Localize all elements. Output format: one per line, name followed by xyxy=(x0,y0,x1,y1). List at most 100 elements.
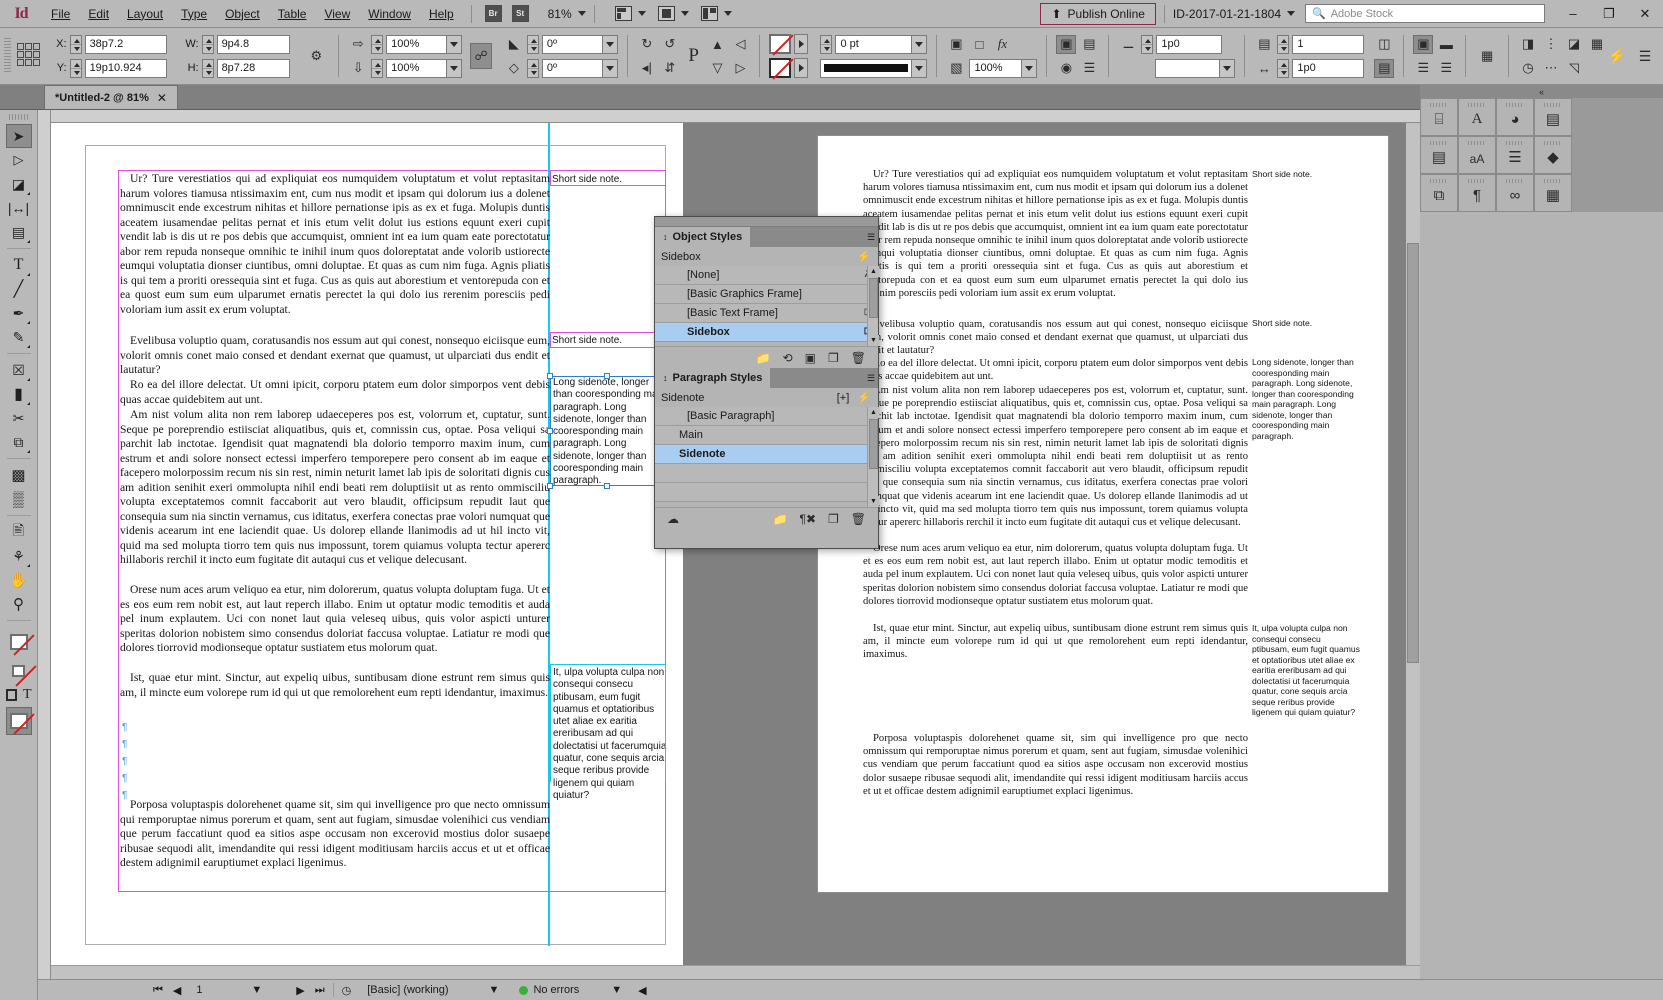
vertical-scrollbar-thumb[interactable] xyxy=(1407,243,1419,663)
ref-pt-1[interactable] xyxy=(24,43,32,50)
scale-x-stepper[interactable] xyxy=(371,34,384,54)
dock-object-styles-panel[interactable]: ⧉ xyxy=(1420,174,1458,212)
gutter-stepper[interactable] xyxy=(1277,58,1290,78)
scroll-up-icon[interactable]: ▲ xyxy=(868,407,879,418)
main-paragraph-3[interactable]: Ro ea del illore delectat. Ut omni ipici… xyxy=(120,378,550,407)
menu-edit[interactable]: Edit xyxy=(79,0,118,28)
rotate-stepper[interactable] xyxy=(526,34,539,54)
short-side-note-1-frame[interactable] xyxy=(550,170,666,186)
floating-panel-group[interactable]: ↕ Object Styles ☰ Sidebox ⚡ [None] ✗ [Ba… xyxy=(654,216,879,549)
scissors-tool[interactable]: ✂ xyxy=(6,406,32,430)
status-expand-button[interactable]: ◀ xyxy=(633,980,651,1000)
apply-none-proxy[interactable] xyxy=(6,659,32,683)
gap-tool[interactable]: |↔| xyxy=(6,196,32,220)
dock-links-panel[interactable]: ∞ xyxy=(1496,174,1534,212)
long-sidenote-text[interactable]: Long sidenote, longer than cooresponding… xyxy=(553,377,667,488)
h-stepper[interactable] xyxy=(201,58,214,78)
ref-pt-5[interactable] xyxy=(32,51,40,58)
vertical-scrollbar[interactable] xyxy=(1406,123,1420,965)
pen-tool[interactable]: ✒ xyxy=(6,301,32,325)
eyedropper-tool[interactable]: ⚘ xyxy=(6,544,32,568)
stroke-style-dropdown[interactable] xyxy=(820,58,928,78)
scroll-down-icon[interactable]: ▼ xyxy=(868,496,879,507)
close-icon[interactable]: ✕ xyxy=(157,91,167,105)
short-side-note-2-frame[interactable] xyxy=(550,332,666,348)
close-button[interactable]: ✕ xyxy=(1627,0,1663,28)
stroke-weight-dropdown[interactable]: 0 pt xyxy=(835,34,928,54)
delete-style-icon[interactable]: 🗑 xyxy=(851,512,866,526)
constrain-proportions-wh-icon[interactable]: ⚙ xyxy=(304,47,330,66)
adobe-stock-search[interactable]: 🔍 Adobe Stock xyxy=(1305,4,1545,23)
panel-toggle-icon[interactable]: ↕ xyxy=(663,373,668,383)
menu-table[interactable]: Table xyxy=(269,0,316,28)
vertical-justification-dropdown[interactable] xyxy=(1155,58,1236,78)
align-top-edges-icon[interactable]: ◷ xyxy=(1518,59,1538,78)
shear-dropdown[interactable]: 0º xyxy=(541,58,618,78)
new-style-group-icon[interactable]: 📁 xyxy=(773,512,788,526)
dock-stroke-panel[interactable]: ▤ xyxy=(1534,98,1572,136)
ref-pt-4[interactable] xyxy=(24,51,32,58)
align-right-edges-icon[interactable]: ◪ xyxy=(1564,35,1584,54)
screen-mode-dropdown[interactable] xyxy=(614,6,646,21)
object-style-row-sidebox[interactable]: Sidebox ⊡ xyxy=(655,323,878,342)
resize-handle-tc[interactable] xyxy=(604,373,610,379)
paragraph-styles-list[interactable]: [Basic Paragraph] Main Sidenote ▲ ▼ xyxy=(655,407,879,507)
chevron-down-icon[interactable] xyxy=(1021,59,1037,77)
content-collector-tool[interactable]: ▤ xyxy=(6,220,32,244)
frame-fitting-options-icon[interactable]: ▦ xyxy=(1475,47,1499,66)
object-styles-panel-menu-icon[interactable]: ☰ xyxy=(864,227,878,247)
page-tool[interactable]: ◪ xyxy=(6,172,32,196)
restore-button[interactable]: ❐ xyxy=(1591,0,1627,28)
rotate-ccw-90-icon[interactable]: ↻ xyxy=(637,35,657,54)
line-tool[interactable]: ╱ xyxy=(6,277,32,301)
effects-fx-icon[interactable]: fx xyxy=(992,35,1012,54)
center-content-icon[interactable]: ☰ xyxy=(1079,59,1099,78)
bottom-sidenote-text[interactable]: It, ulpa volupta culpa non consequi cons… xyxy=(553,667,667,802)
corner-options-icon[interactable]: ▣ xyxy=(946,35,966,54)
ref-pt-7[interactable] xyxy=(24,59,32,66)
menu-layout[interactable]: Layout xyxy=(118,0,172,28)
fill-color-swatch[interactable] xyxy=(769,34,792,54)
columns-input[interactable]: 1 xyxy=(1292,34,1365,54)
preflight-icon[interactable]: ◷ xyxy=(337,980,357,1000)
y-input[interactable]: 19p10.924 xyxy=(84,58,167,78)
paragraph-styles-panel-menu-icon[interactable]: ☰ xyxy=(864,368,878,388)
fill-color-dropdown[interactable] xyxy=(794,34,809,54)
main-paragraph-6[interactable]: Ist, quae etur mint. Sinctur, aut expeli… xyxy=(120,671,550,700)
create-new-style-icon[interactable]: ❐ xyxy=(828,512,839,526)
zoom-tool[interactable]: ⚲ xyxy=(6,592,32,616)
selection-tool[interactable]: ➤ xyxy=(5,124,32,148)
hand-tool[interactable]: ✋ xyxy=(6,568,32,592)
columns-stepper[interactable] xyxy=(1277,34,1290,54)
ref-pt-3[interactable] xyxy=(16,51,24,58)
vertical-ruler[interactable] xyxy=(38,110,51,1000)
chevron-down-icon[interactable] xyxy=(911,35,927,53)
scale-y-dropdown[interactable]: 100% xyxy=(386,58,463,78)
text-format-icon[interactable]: T xyxy=(23,687,32,703)
object-style-row-basic-graphics-frame[interactable]: [Basic Graphics Frame] xyxy=(655,285,878,304)
main-paragraph-7[interactable]: Porposa voluptaspis dolorehenet quame si… xyxy=(120,798,550,871)
object-shape-icon[interactable]: □ xyxy=(969,35,989,54)
zoom-level-dropdown[interactable]: 81% xyxy=(548,7,586,21)
arrange-documents-dropdown[interactable] xyxy=(700,6,732,21)
chevron-down-icon[interactable] xyxy=(446,59,462,77)
view-options-dropdown[interactable] xyxy=(657,6,689,21)
tab-object-styles[interactable]: ↕ Object Styles xyxy=(655,227,751,247)
ref-pt-8[interactable] xyxy=(32,59,40,66)
dock-pages-panel[interactable]: ⌸ xyxy=(1420,98,1458,136)
workspace-switcher[interactable]: ID-2017-01-21-1804 xyxy=(1173,7,1295,21)
fit-frame-to-content-icon[interactable]: ▣ xyxy=(1056,34,1077,54)
errors-dropdown[interactable]: ▼ xyxy=(606,980,627,1000)
previous-page-button[interactable]: ◀ xyxy=(168,980,186,1000)
horizontal-scrollbar[interactable] xyxy=(51,965,1420,979)
w-stepper[interactable] xyxy=(201,34,214,54)
direct-selection-tool[interactable]: ▷ xyxy=(6,148,32,172)
bridge-icon[interactable]: Br xyxy=(484,5,502,22)
menu-help[interactable]: Help xyxy=(420,0,463,28)
tab-paragraph-styles[interactable]: ↕ Paragraph Styles xyxy=(655,368,771,388)
page-right[interactable]: Ur? Ture verestiatios qui ad expliquiat … xyxy=(817,135,1389,893)
main-paragraph-5[interactable]: Orese num aces arum veliquo ea etur, nim… xyxy=(120,583,550,656)
delete-style-icon[interactable]: 🗑 xyxy=(851,351,866,365)
align-left-icon[interactable]: ☰ xyxy=(1413,59,1433,78)
scale-y-stepper[interactable] xyxy=(371,58,384,78)
